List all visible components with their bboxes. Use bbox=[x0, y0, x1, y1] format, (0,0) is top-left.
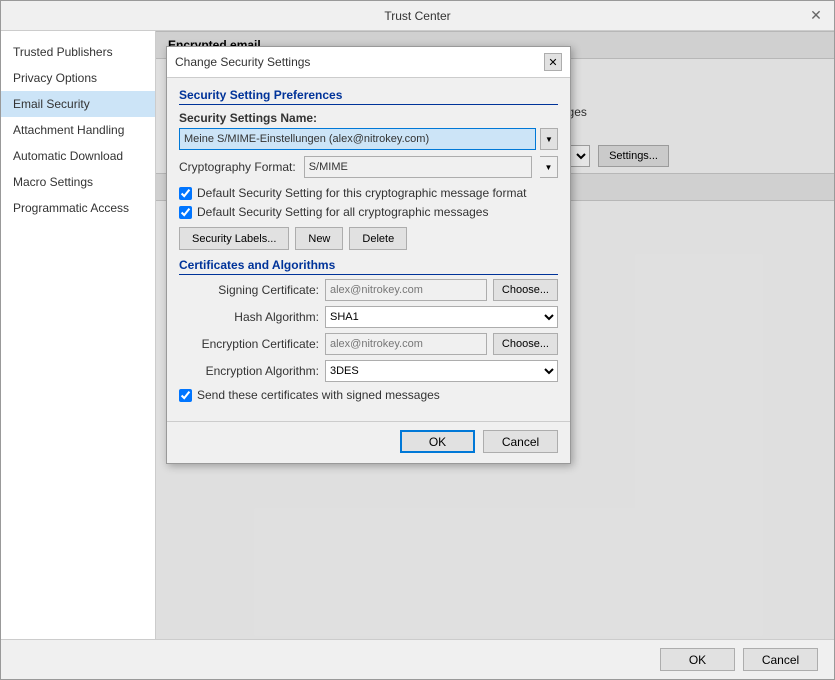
main-window: Trust Center ✕ Trusted Publishers Privac… bbox=[0, 0, 835, 680]
dialog-title-bar: Change Security Settings ✕ bbox=[167, 47, 570, 78]
dialog-body: Security Setting Preferences Security Se… bbox=[167, 78, 570, 417]
send-certs-row: Send these certificates with signed mess… bbox=[179, 388, 558, 402]
settings-name-label: Security Settings Name: bbox=[179, 111, 558, 125]
encryption-algorithm-select[interactable]: 3DES bbox=[325, 360, 558, 382]
signing-cert-input[interactable] bbox=[325, 279, 487, 301]
window-body: Trusted Publishers Privacy Options Email… bbox=[1, 31, 834, 639]
signing-cert-row: Signing Certificate: Choose... bbox=[179, 279, 558, 301]
cryptography-format-row: Cryptography Format: S/MIME ▼ bbox=[179, 156, 558, 178]
dialog-cancel-button[interactable]: Cancel bbox=[483, 430, 558, 453]
encryption-cert-choose-button[interactable]: Choose... bbox=[493, 333, 558, 355]
security-prefs-section-title: Security Setting Preferences bbox=[179, 88, 558, 105]
sidebar-item-automatic-download[interactable]: Automatic Download bbox=[1, 143, 155, 169]
sidebar-item-programmatic-access[interactable]: Programmatic Access bbox=[1, 195, 155, 221]
hash-algorithm-label: Hash Algorithm: bbox=[179, 310, 319, 324]
encryption-cert-input[interactable] bbox=[325, 333, 487, 355]
new-button[interactable]: New bbox=[295, 227, 343, 250]
sidebar-item-attachment-handling[interactable]: Attachment Handling bbox=[1, 117, 155, 143]
cryptography-format-label: Cryptography Format: bbox=[179, 160, 296, 174]
dialog-close-button[interactable]: ✕ bbox=[544, 53, 562, 71]
change-security-settings-dialog: Change Security Settings ✕ Security Sett… bbox=[166, 46, 571, 464]
hash-algorithm-row: Hash Algorithm: SHA1 bbox=[179, 306, 558, 328]
default-crypto-format-checkbox[interactable] bbox=[179, 187, 192, 200]
certs-section-title: Certificates and Algorithms bbox=[179, 258, 558, 275]
encryption-cert-row: Encryption Certificate: Choose... bbox=[179, 333, 558, 355]
cryptography-format-dropdown-btn[interactable]: ▼ bbox=[540, 156, 558, 178]
footer-ok-button[interactable]: OK bbox=[660, 648, 735, 671]
hash-algorithm-select[interactable]: SHA1 bbox=[325, 306, 558, 328]
encryption-algorithm-label: Encryption Algorithm: bbox=[179, 364, 319, 378]
signing-cert-choose-button[interactable]: Choose... bbox=[493, 279, 558, 301]
dialog-ok-button[interactable]: OK bbox=[400, 430, 475, 453]
window-footer: OK Cancel bbox=[1, 639, 834, 679]
default-all-crypto-row: Default Security Setting for all cryptog… bbox=[179, 205, 558, 219]
dialog-title: Change Security Settings bbox=[175, 55, 310, 69]
encryption-algorithm-row: Encryption Algorithm: 3DES bbox=[179, 360, 558, 382]
settings-name-input[interactable] bbox=[179, 128, 536, 150]
default-all-crypto-label: Default Security Setting for all cryptog… bbox=[197, 205, 488, 219]
signing-cert-label: Signing Certificate: bbox=[179, 283, 319, 297]
dialog-footer: OK Cancel bbox=[167, 421, 570, 463]
sidebar: Trusted Publishers Privacy Options Email… bbox=[1, 31, 156, 639]
encryption-cert-label: Encryption Certificate: bbox=[179, 337, 319, 351]
security-buttons-row: Security Labels... New Delete bbox=[179, 227, 558, 250]
send-certs-checkbox[interactable] bbox=[179, 389, 192, 402]
default-all-crypto-checkbox[interactable] bbox=[179, 206, 192, 219]
window-close-button[interactable]: ✕ bbox=[806, 6, 826, 26]
window-title: Trust Center bbox=[29, 9, 806, 23]
default-crypto-format-row: Default Security Setting for this crypto… bbox=[179, 186, 558, 200]
delete-button[interactable]: Delete bbox=[349, 227, 407, 250]
content-area: Encrypted email bbox=[156, 31, 834, 639]
footer-cancel-button[interactable]: Cancel bbox=[743, 648, 818, 671]
security-labels-button[interactable]: Security Labels... bbox=[179, 227, 289, 250]
sidebar-item-macro-settings[interactable]: Macro Settings bbox=[1, 169, 155, 195]
title-bar: Trust Center ✕ bbox=[1, 1, 834, 31]
dialog-overlay: Change Security Settings ✕ Security Sett… bbox=[156, 31, 834, 639]
sidebar-item-privacy-options[interactable]: Privacy Options bbox=[1, 65, 155, 91]
sidebar-item-email-security[interactable]: Email Security bbox=[1, 91, 155, 117]
default-crypto-format-label: Default Security Setting for this crypto… bbox=[197, 186, 526, 200]
settings-name-dropdown-btn[interactable]: ▼ bbox=[540, 128, 558, 150]
cryptography-format-value: S/MIME bbox=[304, 156, 532, 178]
sidebar-item-trusted-publishers[interactable]: Trusted Publishers bbox=[1, 39, 155, 65]
settings-name-row: ▼ bbox=[179, 128, 558, 150]
send-certs-label: Send these certificates with signed mess… bbox=[197, 388, 440, 402]
